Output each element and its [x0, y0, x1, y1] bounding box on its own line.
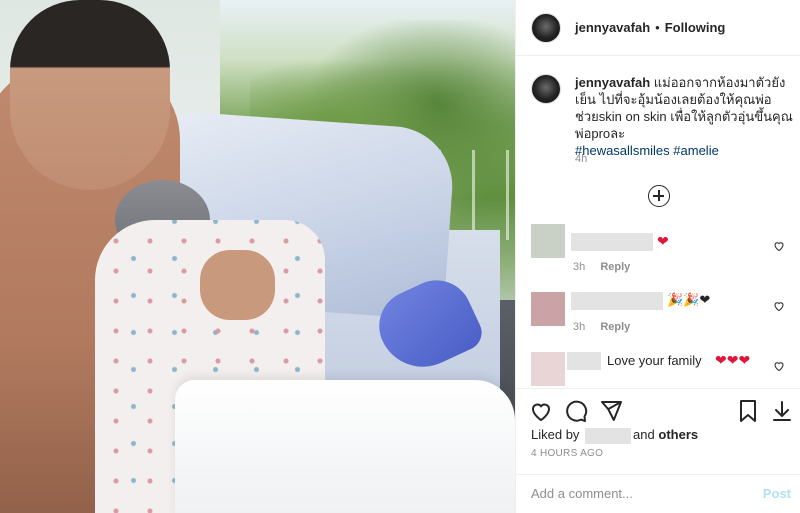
add-comment-bar: Add a comment... Post	[516, 474, 800, 513]
comment-emoji: 🎉🎉❤	[667, 292, 711, 307]
comment-avatar[interactable]	[531, 224, 565, 258]
comment-icon[interactable]	[564, 399, 588, 423]
comment-text: Love your family	[607, 353, 702, 368]
hashtag-link[interactable]: #amelie	[673, 143, 719, 158]
add-comment-input[interactable]: Add a comment...	[531, 486, 633, 501]
hashtag-link[interactable]: #hewasallsmiles	[575, 143, 670, 158]
post-timestamp: 4 HOURS AGO	[531, 448, 604, 459]
comment-avatar[interactable]	[531, 352, 565, 386]
father-head	[10, 0, 170, 190]
comment-emoji: ❤❤❤	[715, 352, 751, 368]
reply-button[interactable]: Reply	[600, 261, 630, 273]
comment-item: Love your family ❤❤❤	[531, 352, 793, 386]
likes-summary: Liked by and others	[531, 427, 698, 444]
load-more-icon[interactable]	[648, 185, 670, 207]
heart-icon[interactable]	[529, 399, 553, 423]
post-sidebar: jennyavafah • Following jennyavafah แม่อ…	[515, 0, 800, 513]
post-viewer: jennyavafah • Following jennyavafah แม่อ…	[0, 0, 800, 513]
post-comment-button[interactable]: Post	[763, 486, 791, 501]
caption: jennyavafah แม่ออกจากห้องมาตัวยังเย็น ไป…	[531, 74, 793, 159]
header-separator: •	[655, 20, 660, 35]
caption-username[interactable]: jennyavafah	[575, 75, 650, 90]
hospital-crib	[175, 380, 515, 513]
comment-username-redacted[interactable]	[567, 352, 601, 370]
comment-time: 3h	[573, 261, 586, 273]
action-bar	[516, 388, 800, 430]
reply-button[interactable]: Reply	[600, 321, 630, 333]
comment-meta: 3h Reply	[573, 261, 630, 273]
liked-by-prefix: Liked by	[531, 427, 580, 442]
liker-username-redacted[interactable]	[585, 427, 632, 444]
comment-time: 3h	[573, 321, 586, 333]
comment-username-redacted[interactable]	[571, 233, 653, 251]
liked-by-and: and	[633, 427, 655, 442]
comment-like-icon[interactable]	[773, 240, 785, 252]
post-photo[interactable]	[0, 0, 515, 513]
caption-text: jennyavafah แม่ออกจากห้องมาตัวยังเย็น ไป…	[575, 74, 793, 159]
comment-emoji: ❤	[657, 233, 669, 249]
following-button[interactable]: Following	[665, 20, 726, 35]
caption-avatar[interactable]	[531, 74, 561, 104]
download-icon[interactable]	[770, 399, 794, 423]
comment-avatar[interactable]	[531, 292, 565, 326]
comment-like-icon[interactable]	[773, 360, 785, 372]
comment-username-redacted[interactable]	[571, 292, 663, 310]
father-hand	[200, 250, 275, 320]
author-username[interactable]: jennyavafah	[575, 20, 650, 35]
caption-time: 4h	[575, 153, 588, 165]
post-header: jennyavafah • Following	[516, 0, 800, 56]
liked-by-others-link[interactable]: others	[658, 427, 698, 442]
comment-like-icon[interactable]	[773, 300, 785, 312]
share-icon[interactable]	[599, 399, 623, 423]
bookmark-icon[interactable]	[736, 399, 760, 423]
comment-meta: 3h Reply	[573, 321, 630, 333]
author-avatar[interactable]	[531, 12, 561, 43]
